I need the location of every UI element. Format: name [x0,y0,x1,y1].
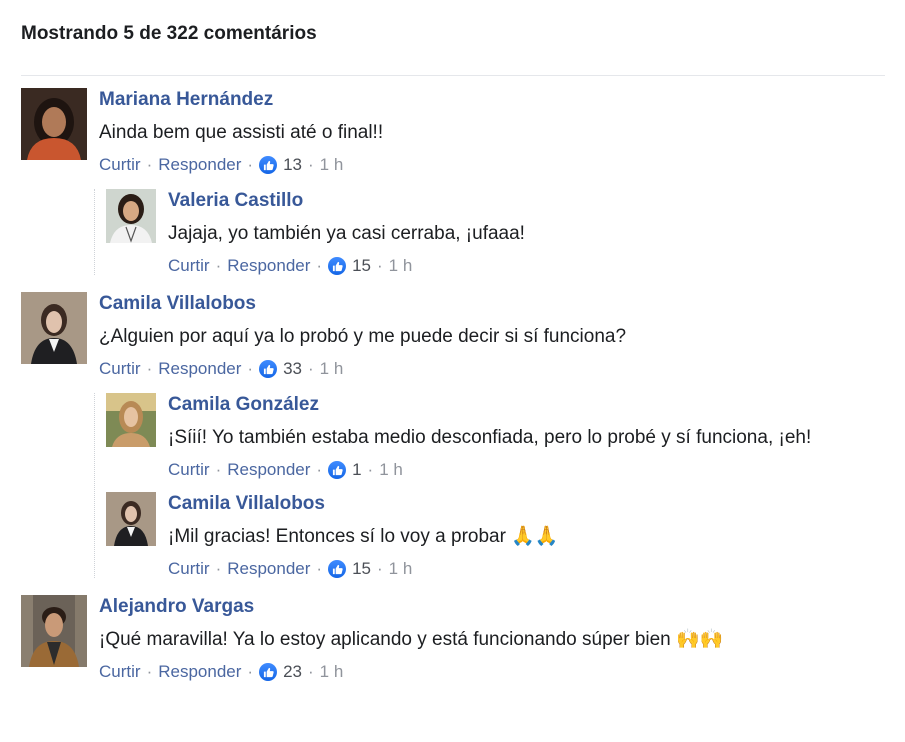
avatar-image [21,595,87,667]
comment-text: Ainda bem que assisti até o final!! [99,122,384,143]
author-name[interactable]: Mariana Hernández [99,88,885,112]
comment-text-content: ¡Qué maravilla! Ya lo estoy aplicando y … [99,629,671,650]
like-button[interactable]: Curtir [99,359,141,379]
author-name[interactable]: Camila González [168,393,885,417]
reply-button[interactable]: Responder [158,662,241,682]
separator: · [377,256,383,275]
like-button[interactable]: Curtir [168,559,210,579]
comment-actions: Curtir · Responder · 15 · 1 h [168,558,885,580]
avatar[interactable] [21,292,87,364]
comment-text: ¡Síií! Yo también estaba medio desconfia… [168,427,812,448]
reply-button[interactable]: Responder [158,155,241,175]
avatar-image [106,492,156,546]
thumbs-up-icon [259,663,278,681]
comments-section: Mostrando 5 de 322 comentários Mariana H… [0,0,905,683]
like-button[interactable]: Curtir [99,155,141,175]
comment-actions: Curtir · Responder · 1 · 1 h [168,459,885,481]
comment: Alejandro Vargas ¡Qué maravilla! Ya lo e… [21,595,885,683]
avatar[interactable] [106,189,156,243]
comments-count-header: Mostrando 5 de 322 comentários [21,23,317,44]
like-button[interactable]: Curtir [99,662,141,682]
comment-actions: Curtir · Responder · 15 · 1 h [168,255,885,277]
thumbs-up-icon [328,461,347,479]
separator: · [215,559,222,578]
author-name[interactable]: Alejandro Vargas [99,595,885,619]
timestamp[interactable]: 1 h [320,155,344,175]
replies-thread: Valeria Castillo Jajaja, yo también ya c… [94,189,885,277]
thumbs-up-icon [328,257,347,275]
reply-button[interactable]: Responder [227,460,310,480]
timestamp[interactable]: 1 h [379,460,403,480]
divider [21,75,885,76]
comment-text: ¡Qué maravilla! Ya lo estoy aplicando y … [99,627,885,653]
timestamp[interactable]: 1 h [389,256,413,276]
separator: · [316,559,323,578]
separator: · [146,155,153,174]
timestamp[interactable]: 1 h [320,662,344,682]
avatar-image [21,292,87,364]
thumbs-up-icon [328,560,347,578]
avatar-image [106,393,156,447]
separator: · [377,559,383,578]
like-count: 15 [352,559,371,578]
separator: · [215,256,222,275]
reply-button[interactable]: Responder [158,359,241,379]
separator: · [247,662,254,681]
raising-hands-emoji: 🙌🙌 [676,629,724,650]
timestamp[interactable]: 1 h [389,559,413,579]
comment-text: Jajaja, yo también ya casi cerraba, ¡ufa… [168,223,525,244]
like-count: 23 [283,662,302,681]
comment: Mariana Hernández Ainda bem que assisti … [21,88,885,176]
avatar[interactable] [106,393,156,447]
comment: Camila Villalobos ¿Alguien por aquí ya l… [21,292,885,380]
separator: · [215,460,222,479]
timestamp[interactable]: 1 h [320,359,344,379]
separator: · [367,460,374,479]
separator: · [308,155,314,174]
thumbs-up-icon [259,360,278,378]
like-count: 1 [352,460,362,479]
separator: · [247,155,254,174]
comment-actions: Curtir · Responder · 33 · 1 h [99,358,885,380]
reply: Camila Villalobos ¡Mil gracias! Entonces… [106,492,885,580]
author-name[interactable]: Camila Villalobos [99,292,885,316]
reply-button[interactable]: Responder [227,256,310,276]
separator: · [316,256,323,275]
praying-hands-emoji: 🙏🙏 [511,526,559,547]
avatar-image [21,88,87,160]
like-button[interactable]: Curtir [168,460,210,480]
like-button[interactable]: Curtir [168,256,210,276]
reply: Camila González ¡Síií! Yo también estaba… [106,393,885,481]
like-count: 13 [283,155,302,174]
reply-button[interactable]: Responder [227,559,310,579]
comment-actions: Curtir · Responder · 23 · 1 h [99,661,885,683]
like-count: 15 [352,256,371,275]
avatar-image [106,189,156,243]
avatar[interactable] [21,595,87,667]
separator: · [146,662,153,681]
avatar[interactable] [106,492,156,546]
reply: Valeria Castillo Jajaja, yo también ya c… [106,189,885,277]
comment-text: ¿Alguien por aquí ya lo probó y me puede… [99,326,627,347]
separator: · [146,359,153,378]
separator: · [308,662,314,681]
thumbs-up-icon [259,156,278,174]
separator: · [316,460,323,479]
comment-actions: Curtir · Responder · 13 · 1 h [99,154,885,176]
separator: · [308,359,314,378]
comment-text-content: ¡Mil gracias! Entonces sí lo voy a proba… [168,526,506,547]
replies-thread: Camila González ¡Síií! Yo también estaba… [94,393,885,580]
author-name[interactable]: Valeria Castillo [168,189,885,213]
avatar[interactable] [21,88,87,160]
separator: · [247,359,254,378]
like-count: 33 [283,359,302,378]
comment-text: ¡Mil gracias! Entonces sí lo voy a proba… [168,524,885,550]
author-name[interactable]: Camila Villalobos [168,492,885,516]
